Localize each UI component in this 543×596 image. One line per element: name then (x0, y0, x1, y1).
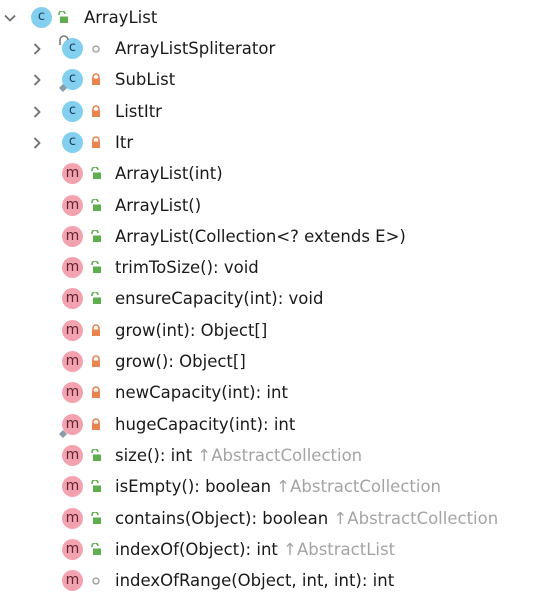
member-label: ensureCapacity(int): void (115, 289, 324, 308)
class-icon: c (59, 35, 83, 59)
class-icon: c (31, 7, 52, 28)
method-icon: m (62, 445, 83, 466)
tree-method-row[interactable]: m indexOfRange(Object, int, int): int (0, 565, 543, 596)
member-label: isEmpty(): boolean ↑AbstractCollection (115, 477, 441, 496)
member-label: indexOfRange(Object, int, int): int (115, 571, 395, 590)
tree-method-row[interactable]: m indexOf(Object): int ↑AbstractList (0, 534, 543, 565)
private-lock-icon (89, 385, 103, 400)
chevron-right-icon[interactable] (29, 104, 45, 120)
method-icon: m (62, 539, 83, 560)
method-icon: m (62, 226, 83, 247)
overlay-badge-icon (58, 428, 68, 438)
structure-tree: c ArrayList c ArrayListSpliterator c SubLis… (0, 0, 543, 596)
member-label: grow(): Object[] (115, 352, 246, 371)
tree-method-row[interactable]: m hugeCapacity(int): int (0, 409, 543, 440)
inherited-from-label: ↑AbstractList (277, 540, 396, 559)
member-label: ArrayListSpliterator (115, 39, 276, 58)
class-icon: c (62, 132, 83, 153)
method-icon: m (62, 570, 83, 591)
tree-method-row[interactable]: m contains(Object): boolean ↑AbstractColl… (0, 503, 543, 534)
method-icon: m (62, 257, 83, 278)
member-label: Itr (115, 133, 134, 152)
tree-method-row[interactable]: m grow(int): Object[] (0, 315, 543, 346)
chevron-right-icon[interactable] (29, 72, 45, 88)
public-lock-icon (89, 166, 103, 181)
tree-method-row[interactable]: m size(): int ↑AbstractCollection (0, 440, 543, 471)
tree-method-row[interactable]: m ArrayList(int) (0, 158, 543, 189)
private-lock-icon (89, 135, 103, 150)
static-badge-icon (59, 35, 70, 46)
tree-class-row[interactable]: c ArrayListSpliterator (0, 33, 543, 64)
member-label: indexOf(Object): int ↑AbstractList (115, 540, 396, 559)
inherited-from-label: ↑AbstractCollection (328, 509, 499, 528)
member-label: ArrayList(int) (115, 164, 223, 183)
method-icon: m (62, 382, 83, 403)
method-icon: m (59, 414, 83, 438)
public-lock-icon (89, 542, 103, 557)
tree-method-row[interactable]: m ArrayList(Collection<? extends E>) (0, 221, 543, 252)
overlay-badge-icon (58, 83, 68, 93)
member-label: newCapacity(int): int (115, 383, 288, 402)
tree-class-row[interactable]: c Itr (0, 127, 543, 158)
tree-class-row[interactable]: c ListItr (0, 96, 543, 127)
member-label: contains(Object): boolean ↑AbstractColle… (115, 509, 499, 528)
public-lock-icon (89, 291, 103, 306)
public-lock-icon (89, 229, 103, 244)
method-icon: m (62, 163, 83, 184)
method-icon: m (62, 476, 83, 497)
member-label: hugeCapacity(int): int (115, 415, 296, 434)
tree-class-row[interactable]: c SubList (0, 64, 543, 95)
public-lock-icon (89, 511, 103, 526)
member-label: ArrayList(Collection<? extends E>) (115, 227, 406, 246)
chevron-down-icon[interactable] (2, 10, 18, 26)
package-circle-icon (89, 41, 103, 56)
method-icon: m (62, 288, 83, 309)
tree-method-row[interactable]: m grow(): Object[] (0, 346, 543, 377)
package-circle-icon (89, 573, 103, 588)
private-lock-icon (89, 354, 103, 369)
class-icon: c (59, 69, 83, 92)
member-label: ListItr (115, 102, 162, 121)
method-icon: m (62, 320, 83, 341)
private-lock-icon (89, 104, 103, 119)
public-lock-icon (89, 479, 103, 494)
tree-method-row[interactable]: m trimToSize(): void (0, 252, 543, 283)
member-label: size(): int ↑AbstractCollection (115, 446, 363, 465)
tree-method-row[interactable]: m ensureCapacity(int): void (0, 283, 543, 314)
member-label: SubList (115, 70, 176, 89)
tree-method-row[interactable]: m newCapacity(int): int (0, 377, 543, 408)
member-label: grow(int): Object[] (115, 321, 268, 340)
inherited-from-label: ↑AbstractCollection (192, 446, 363, 465)
public-lock-icon (89, 260, 103, 275)
public-lock-icon (56, 10, 70, 25)
private-lock-icon (89, 72, 103, 87)
tree-method-row[interactable]: m ArrayList() (0, 190, 543, 221)
tree-root-row[interactable]: c ArrayList (0, 2, 543, 33)
chevron-right-icon[interactable] (29, 135, 45, 151)
method-icon: m (62, 351, 83, 372)
inherited-from-label: ↑AbstractCollection (271, 477, 441, 496)
method-icon: m (62, 195, 83, 216)
root-label: ArrayList (84, 8, 158, 27)
method-icon: m (62, 508, 83, 529)
private-lock-icon (89, 323, 103, 338)
member-label: trimToSize(): void (115, 258, 259, 277)
member-label: ArrayList() (115, 196, 202, 215)
private-lock-icon (89, 417, 103, 432)
public-lock-icon (89, 448, 103, 463)
class-icon: c (62, 101, 83, 122)
chevron-right-icon[interactable] (29, 41, 45, 57)
public-lock-icon (89, 198, 103, 213)
tree-method-row[interactable]: m isEmpty(): boolean ↑AbstractCollection (0, 471, 543, 502)
